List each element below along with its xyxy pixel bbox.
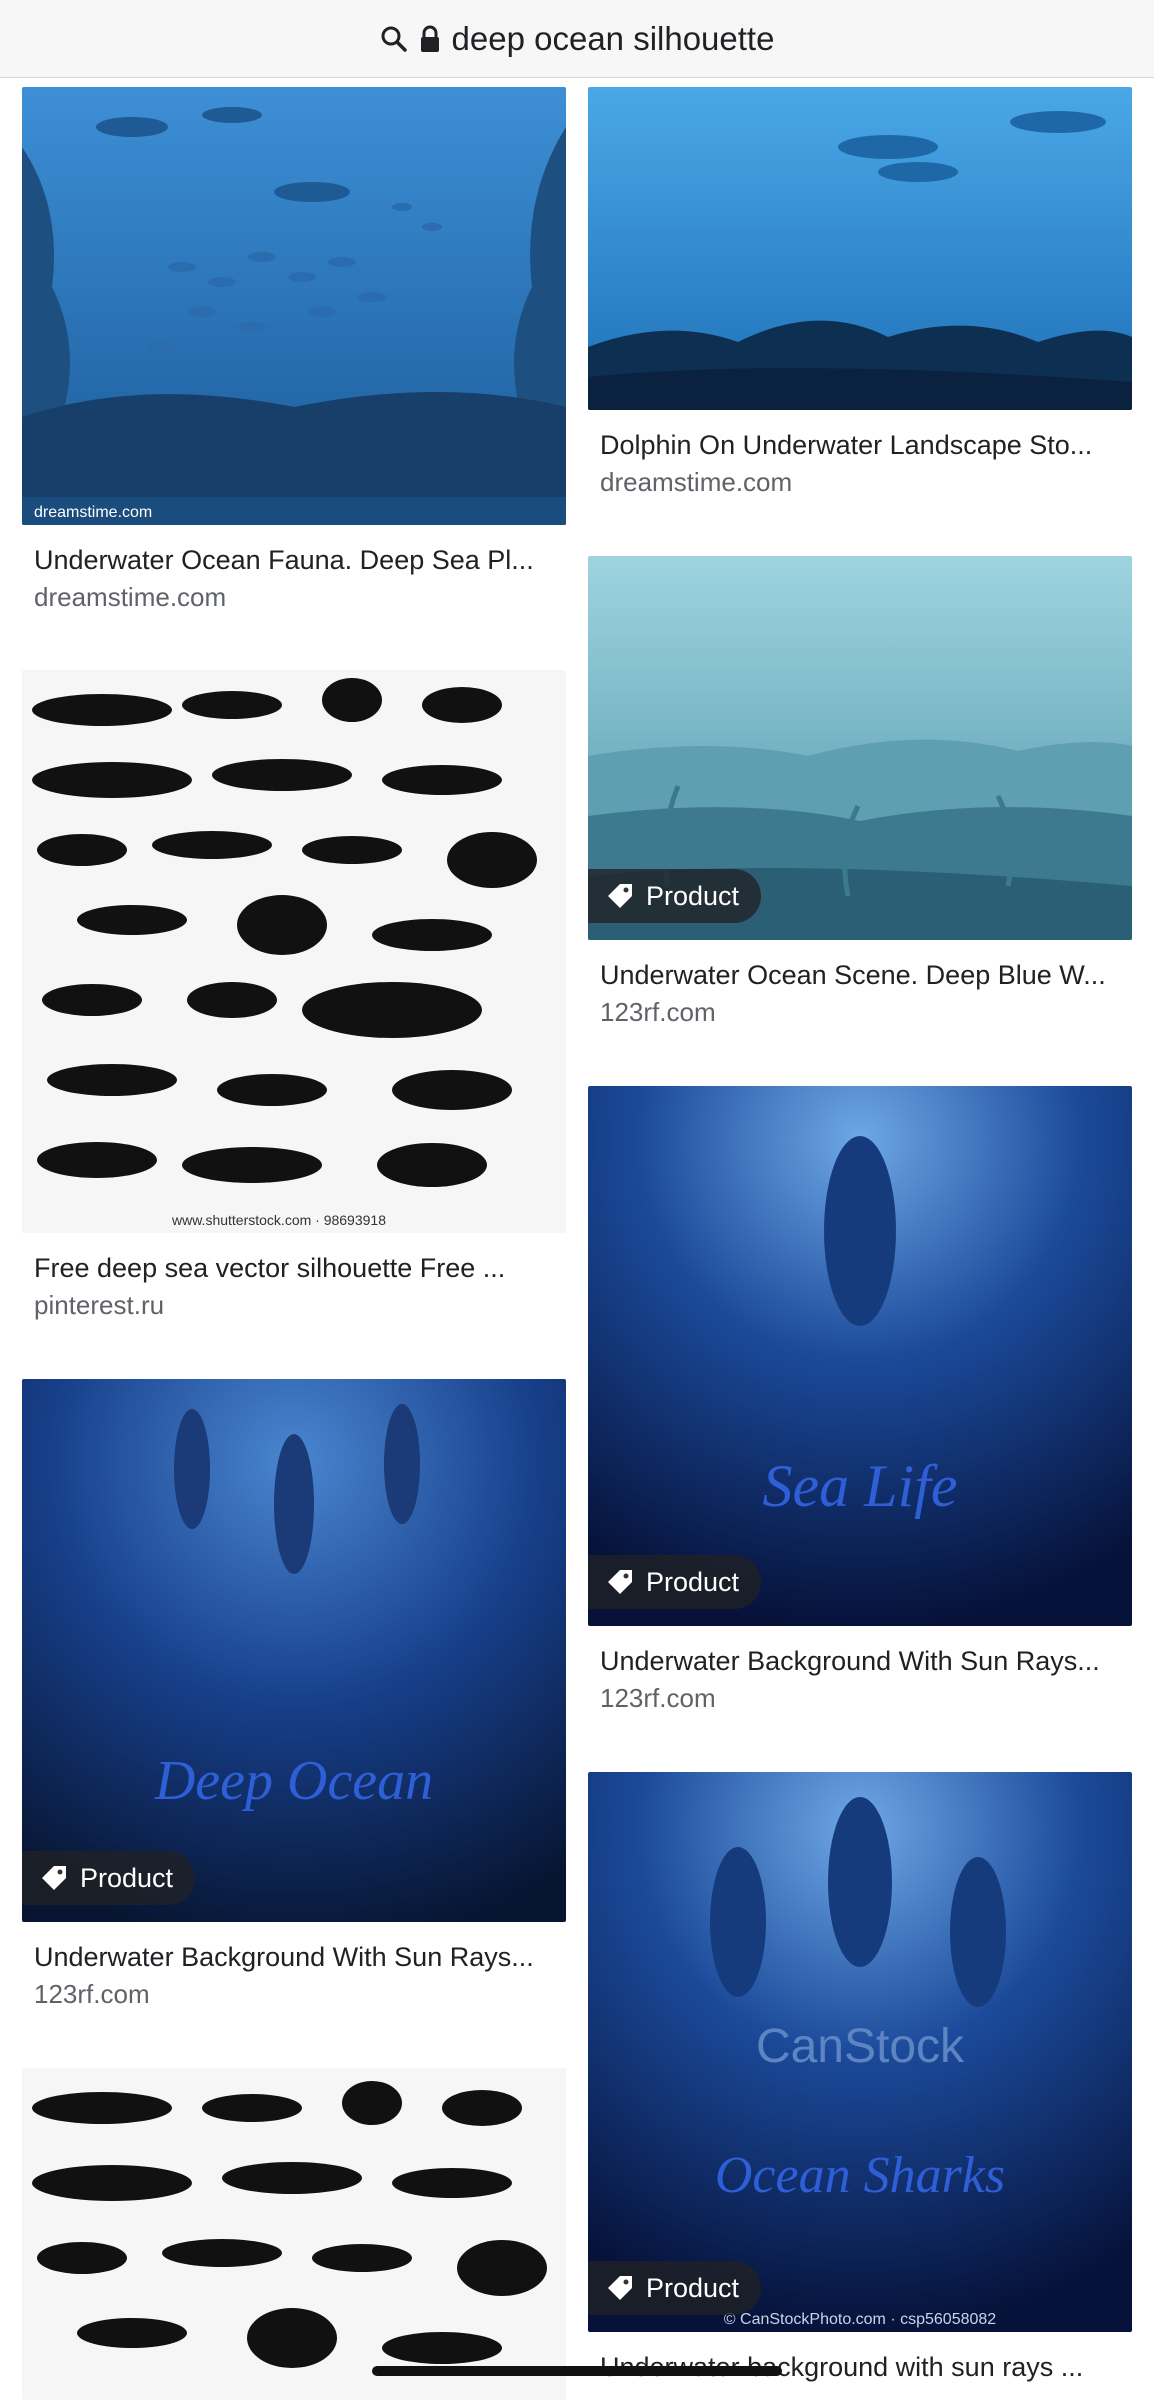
result-card[interactable]: www.shutterstock.com · 98693918 Free dee… [22,670,566,1321]
result-source: pinterest.ru [34,1290,165,1320]
watermark-text: CanStock [756,2020,965,2073]
result-source: dreamstime.com [600,467,793,497]
product-badge-label: Product [646,1566,740,1597]
tag-icon [608,884,632,908]
result-title[interactable]: Free deep sea vector silhouette Free ... [22,1253,554,1284]
product-badge-label: Product [646,2272,740,2303]
result-card[interactable]: dreamstime.com Underwater Ocean Fauna. D… [22,87,566,613]
result-card[interactable]: Deep Ocean Product Underwater Background… [22,1379,566,2010]
result-thumbnail[interactable] [588,87,1132,410]
product-badge: Product [588,869,762,923]
result-title[interactable]: Underwater Ocean Fauna. Deep Sea Pl... [22,545,554,576]
address-bar[interactable]: deep ocean silhouette [0,0,1154,78]
product-badge: Product [588,2261,762,2315]
result-card[interactable]: Sea Life Product Underwater Background W… [588,1086,1132,1714]
result-thumbnail[interactable]: CanStock Ocean Sharks © CanStockPhoto.co… [588,1772,1132,2332]
result-title[interactable]: Underwater Ocean Scene. Deep Blue W... [588,960,1120,991]
watermark-text: www.shutterstock.com · 98693918 [171,1212,386,1228]
tag-icon [608,1570,632,1594]
result-title[interactable]: Underwater Background With Sun Rays... [22,1942,554,1973]
result-thumbnail[interactable]: Product [588,556,1132,940]
home-indicator[interactable] [372,2366,782,2376]
result-title[interactable]: Dolphin On Underwater Landscape Sto... [588,430,1120,461]
tag-icon [42,1866,66,1890]
product-badge-label: Product [80,1862,174,1893]
result-thumbnail[interactable] [22,2068,566,2400]
result-title[interactable]: Underwater Background With Sun Rays... [588,1646,1120,1677]
result-card[interactable]: Product Underwater Ocean Scene. Deep Blu… [588,556,1132,1028]
result-source: 123rf.com [600,1683,716,1713]
search-query[interactable]: deep ocean silhouette [452,20,775,58]
result-card[interactable]: Dolphin On Underwater Landscape Sto... d… [588,87,1132,498]
result-thumbnail[interactable]: Sea Life Product [588,1086,1132,1626]
result-source: 123rf.com [34,1979,150,2009]
watermark-text: dreamstime.com [34,504,152,521]
result-thumbnail[interactable]: dreamstime.com [22,87,566,525]
result-source: dreamstime.com [34,582,227,612]
product-badge-label: Product [646,880,740,911]
result-thumbnail[interactable]: www.shutterstock.com · 98693918 [22,670,566,1233]
overlay-text: Deep Ocean [154,1750,433,1812]
overlay-text: Ocean Sharks [715,2147,1005,2204]
product-badge: Product [588,1555,762,1609]
result-thumbnail[interactable]: Deep Ocean Product [22,1379,566,1922]
watermark-small-text: © CanStockPhoto.com · csp56058082 [724,2311,996,2328]
product-badge: Product [22,1851,196,1905]
result-source: 123rf.com [600,997,716,1027]
tag-icon [608,2276,632,2300]
search-icon [381,26,407,52]
result-card[interactable] [22,2068,566,2400]
result-card[interactable]: CanStock Ocean Sharks © CanStockPhoto.co… [588,1772,1132,2383]
overlay-text: Sea Life [763,1453,958,1519]
lock-icon [420,25,439,52]
